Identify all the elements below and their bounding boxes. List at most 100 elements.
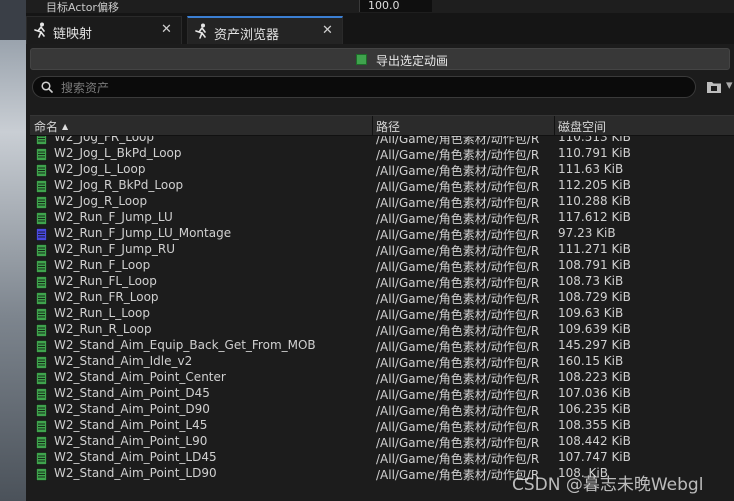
asset-path: /All/Game/角色素材/动作包/R bbox=[376, 420, 540, 434]
table-row[interactable]: W2_Stand_Aim_Point_LD45/All/Game/角色素材/动作… bbox=[30, 450, 734, 466]
sort-ascending-icon: ▲ bbox=[62, 122, 69, 131]
table-row[interactable]: W2_Run_FR_Loop/All/Game/角色素材/动作包/R 108.72… bbox=[30, 290, 734, 306]
asset-disk-size: 107.747 KiB bbox=[558, 450, 631, 464]
asset-name: W2_Jog_R_Loop bbox=[54, 194, 148, 208]
table-row[interactable]: W2_Stand_Aim_Point_L45/All/Game/角色素材/动作包… bbox=[30, 418, 734, 434]
asset-name: W2_Run_F_Loop bbox=[54, 258, 151, 272]
asset-name: W2_Stand_Aim_Point_LD90 bbox=[54, 466, 217, 480]
anim-sequence-icon bbox=[36, 436, 47, 449]
asset-path: /All/Game/角色素材/动作包/R bbox=[376, 180, 540, 194]
anim-sequence-icon bbox=[36, 136, 47, 145]
asset-disk-size: 111.271 KiB bbox=[558, 242, 631, 256]
asset-name: W2_Stand_Aim_Point_Center bbox=[54, 370, 226, 384]
table-row[interactable]: W2_Run_F_Jump_LU_Montage/All/Game/角色素材/动… bbox=[30, 226, 734, 242]
asset-name: W2_Stand_Aim_Point_D90 bbox=[54, 402, 210, 416]
anim-sequence-icon bbox=[36, 340, 47, 353]
asset-name: W2_Stand_Aim_Point_L45 bbox=[54, 418, 208, 432]
asset-disk-size: 110.791 KiB bbox=[558, 146, 631, 160]
table-row[interactable]: W2_Jog_L_Loop/All/Game/角色素材/动作包/R 111.63 … bbox=[30, 162, 734, 178]
table-row[interactable]: W2_Stand_Aim_Idle_v2/All/Game/角色素材/动作包/R… bbox=[30, 354, 734, 370]
asset-path: /All/Game/角色素材/动作包/R bbox=[376, 436, 540, 450]
asset-disk-size: 108.223 KiB bbox=[558, 370, 631, 384]
anim-sequence-icon bbox=[36, 196, 47, 209]
table-row[interactable]: W2_Stand_Aim_Point_D90/All/Game/角色素材/动作包… bbox=[30, 402, 734, 418]
tab-asset-browser[interactable]: 资产浏览器 ✕ bbox=[187, 16, 343, 44]
table-row[interactable]: W2_Jog_R_BkPd_Loop/All/Game/角色素材/动作包/R 11… bbox=[30, 178, 734, 194]
close-icon[interactable]: ✕ bbox=[161, 22, 172, 37]
anim-sequence-icon bbox=[36, 212, 47, 225]
property-value-field[interactable]: 100.0 bbox=[359, 0, 432, 12]
asset-path: /All/Game/角色素材/动作包/R bbox=[376, 292, 540, 306]
filter-icon[interactable]: ▾ bbox=[726, 78, 733, 93]
anim-sequence-icon bbox=[36, 420, 47, 433]
anim-sequence-icon bbox=[36, 468, 47, 481]
table-row[interactable]: W2_Stand_Aim_Point_L90/All/Game/角色素材/动作包… bbox=[30, 434, 734, 450]
column-divider[interactable] bbox=[554, 116, 555, 136]
asset-path: /All/Game/角色素材/动作包/R bbox=[376, 260, 540, 274]
search-icon bbox=[41, 81, 53, 93]
anim-sequence-icon bbox=[36, 388, 47, 401]
asset-path: /All/Game/角色素材/动作包/R bbox=[376, 212, 540, 226]
asset-name: W2_Run_F_Jump_LU_Montage bbox=[54, 226, 232, 240]
asset-path: /All/Game/角色素材/动作包/R bbox=[376, 452, 540, 466]
column-header-path[interactable]: 路径 bbox=[376, 118, 400, 135]
asset-disk-size: 111.63 KiB bbox=[558, 162, 624, 176]
asset-path: /All/Game/角色素材/动作包/R bbox=[376, 276, 540, 290]
asset-disk-size: 145.297 KiB bbox=[558, 338, 631, 352]
asset-path: /All/Game/角色素材/动作包/R bbox=[376, 308, 540, 322]
close-icon[interactable]: ✕ bbox=[322, 23, 333, 38]
asset-name: W2_Stand_Aim_Point_LD45 bbox=[54, 450, 217, 464]
anim-sequence-icon bbox=[36, 452, 47, 465]
asset-disk-size: 160.15 KiB bbox=[558, 354, 624, 368]
asset-path: /All/Game/角色素材/动作包/R bbox=[376, 148, 540, 162]
table-row[interactable]: W2_Stand_Aim_Equip_Back_Get_From_MOB/All… bbox=[30, 338, 734, 354]
viewport-preview bbox=[0, 40, 26, 501]
table-row[interactable]: W2_Jog_FR_Loop/All/Game/角色素材/动作包/R 110.51… bbox=[30, 136, 734, 146]
asset-list: W2_Jog_FR_Loop/All/Game/角色素材/动作包/R 110.51… bbox=[30, 136, 734, 501]
running-figure-icon bbox=[195, 23, 206, 39]
asset-disk-size: 108.729 KiB bbox=[558, 290, 631, 304]
export-selected-animations-button[interactable]: 导出选定动画 bbox=[30, 48, 730, 70]
table-row[interactable]: W2_Run_FL_Loop/All/Game/角色素材/动作包/R 108.73… bbox=[30, 274, 734, 290]
asset-disk-size: 107.036 KiB bbox=[558, 386, 631, 400]
column-header-disk-space[interactable]: 磁盘空间 bbox=[558, 118, 606, 135]
anim-sequence-icon bbox=[36, 372, 47, 385]
anim-sequence-icon bbox=[36, 292, 47, 305]
table-row[interactable]: W2_Run_F_Jump_RU/All/Game/角色素材/动作包/R 111.… bbox=[30, 242, 734, 258]
search-input[interactable] bbox=[59, 78, 683, 98]
table-row[interactable]: W2_Stand_Aim_Point_Center/All/Game/角色素材/… bbox=[30, 370, 734, 386]
folder-icon[interactable] bbox=[706, 80, 722, 94]
running-figure-icon bbox=[34, 22, 45, 38]
table-header: 命名 ▲ 路径 磁盘空间 bbox=[30, 115, 734, 136]
asset-name: W2_Jog_L_BkPd_Loop bbox=[54, 146, 182, 160]
tab-label: 链映射 bbox=[53, 27, 93, 42]
anim-sequence-icon bbox=[36, 308, 47, 321]
asset-name: W2_Run_F_Jump_LU bbox=[54, 210, 173, 224]
asset-disk-size: 112.205 KiB bbox=[558, 178, 631, 192]
table-row[interactable]: W2_Run_F_Loop/All/Game/角色素材/动作包/R 108.791… bbox=[30, 258, 734, 274]
search-box[interactable] bbox=[32, 76, 696, 98]
table-row[interactable]: W2_Jog_R_Loop/All/Game/角色素材/动作包/R 110.288… bbox=[30, 194, 734, 210]
tab-label: 资产浏览器 bbox=[214, 28, 280, 43]
table-row[interactable]: W2_Run_F_Jump_LU/All/Game/角色素材/动作包/R 117.… bbox=[30, 210, 734, 226]
asset-name: W2_Jog_R_BkPd_Loop bbox=[54, 178, 184, 192]
asset-disk-size: 109.639 KiB bbox=[558, 322, 631, 336]
viewport-edge bbox=[0, 0, 26, 501]
column-divider[interactable] bbox=[372, 116, 373, 136]
asset-path: /All/Game/角色素材/动作包/R bbox=[376, 196, 540, 210]
watermark: CSDN @暮志未晚Webgl bbox=[512, 475, 704, 495]
tab-chain-mapping[interactable]: 链映射 ✕ bbox=[26, 16, 182, 44]
asset-path: /All/Game/角色素材/动作包/R bbox=[376, 372, 540, 386]
table-row[interactable]: W2_Run_L_Loop/All/Game/角色素材/动作包/R 109.63 … bbox=[30, 306, 734, 322]
asset-disk-size: 108.355 KiB bbox=[558, 418, 631, 432]
asset-name: W2_Stand_Aim_Idle_v2 bbox=[54, 354, 193, 368]
asset-name: W2_Run_L_Loop bbox=[54, 306, 150, 320]
asset-path: /All/Game/角色素材/动作包/R bbox=[376, 388, 540, 402]
asset-disk-size: 108.442 KiB bbox=[558, 434, 631, 448]
asset-name: W2_Jog_L_Loop bbox=[54, 162, 146, 176]
column-header-name[interactable]: 命名 ▲ bbox=[34, 118, 68, 135]
anim-montage-icon bbox=[36, 228, 47, 241]
table-row[interactable]: W2_Run_R_Loop/All/Game/角色素材/动作包/R 109.639… bbox=[30, 322, 734, 338]
table-row[interactable]: W2_Stand_Aim_Point_D45/All/Game/角色素材/动作包… bbox=[30, 386, 734, 402]
table-row[interactable]: W2_Jog_L_BkPd_Loop/All/Game/角色素材/动作包/R 11… bbox=[30, 146, 734, 162]
